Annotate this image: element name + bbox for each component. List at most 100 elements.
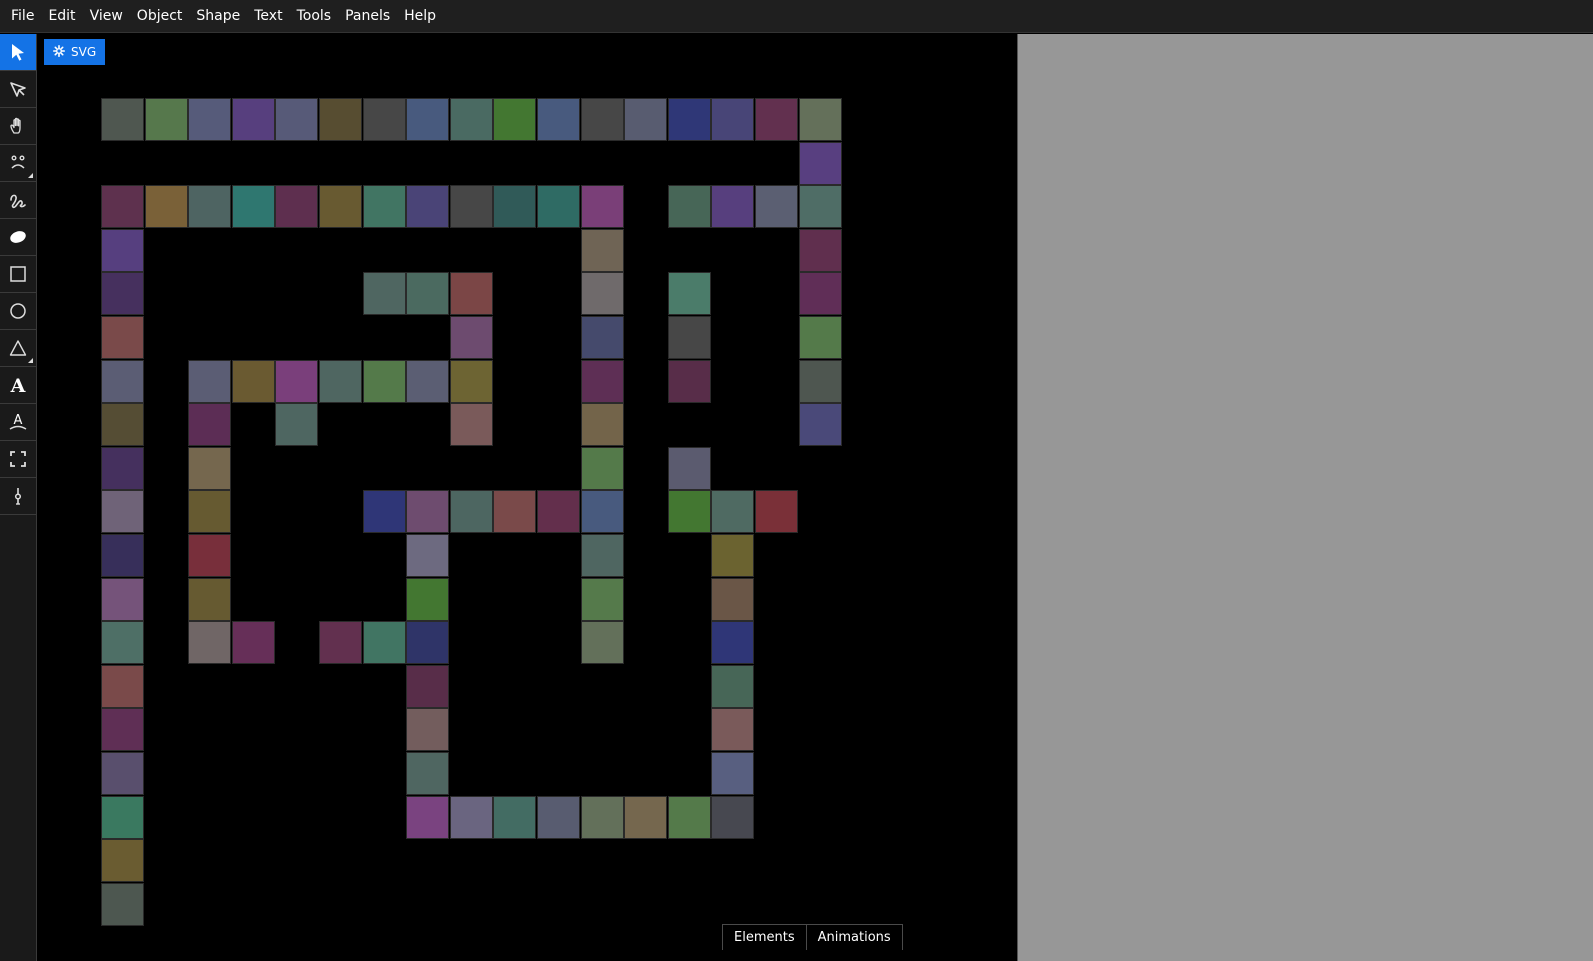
- tile-r12-c7[interactable]: [406, 621, 449, 664]
- freehand-tool[interactable]: [0, 182, 36, 219]
- tile-r10-c2[interactable]: [188, 534, 231, 577]
- tile-r8-c11[interactable]: [581, 447, 624, 490]
- tile-r7-c11[interactable]: [581, 403, 624, 446]
- tile-r13-c7[interactable]: [406, 665, 449, 708]
- tile-r6-c5[interactable]: [319, 360, 362, 403]
- tile-r2-c15[interactable]: [755, 185, 798, 228]
- tile-r16-c0[interactable]: [101, 796, 144, 839]
- tile-r0-c5[interactable]: [319, 98, 362, 141]
- tile-r7-c16[interactable]: [799, 403, 842, 446]
- tile-r2-c14[interactable]: [711, 185, 754, 228]
- tile-r2-c6[interactable]: [363, 185, 406, 228]
- tile-r2-c16[interactable]: [799, 185, 842, 228]
- tile-r11-c0[interactable]: [101, 578, 144, 621]
- triangle-tool[interactable]: [0, 330, 36, 367]
- tile-r0-c16[interactable]: [799, 98, 842, 141]
- tile-r4-c16[interactable]: [799, 272, 842, 315]
- tile-r2-c5[interactable]: [319, 185, 362, 228]
- tile-r0-c9[interactable]: [493, 98, 536, 141]
- tile-r12-c11[interactable]: [581, 621, 624, 664]
- tile-r4-c8[interactable]: [450, 272, 493, 315]
- menu-view[interactable]: View: [83, 0, 130, 33]
- tile-r11-c14[interactable]: [711, 578, 754, 621]
- tile-r7-c8[interactable]: [450, 403, 493, 446]
- tile-r2-c8[interactable]: [450, 185, 493, 228]
- tab-elements[interactable]: Elements: [722, 924, 807, 950]
- tile-r16-c10[interactable]: [537, 796, 580, 839]
- tile-r5-c16[interactable]: [799, 316, 842, 359]
- face-tool[interactable]: [0, 145, 36, 182]
- tile-r16-c11[interactable]: [581, 796, 624, 839]
- tile-r16-c14[interactable]: [711, 796, 754, 839]
- tile-r2-c1[interactable]: [145, 185, 188, 228]
- tile-r6-c6[interactable]: [363, 360, 406, 403]
- menu-text[interactable]: Text: [247, 0, 289, 33]
- tile-r15-c7[interactable]: [406, 752, 449, 795]
- tile-r9-c2[interactable]: [188, 490, 231, 533]
- tile-r9-c13[interactable]: [668, 490, 711, 533]
- ellipse-fill-tool[interactable]: [0, 219, 36, 256]
- pan-tool[interactable]: [0, 108, 36, 145]
- tile-r10-c7[interactable]: [406, 534, 449, 577]
- tile-r16-c12[interactable]: [624, 796, 667, 839]
- tile-r15-c0[interactable]: [101, 752, 144, 795]
- menu-panels[interactable]: Panels: [338, 0, 397, 33]
- tile-r6-c7[interactable]: [406, 360, 449, 403]
- menu-object[interactable]: Object: [130, 0, 190, 33]
- tile-r12-c3[interactable]: [232, 621, 275, 664]
- tile-r7-c2[interactable]: [188, 403, 231, 446]
- tile-r2-c10[interactable]: [537, 185, 580, 228]
- tile-r12-c5[interactable]: [319, 621, 362, 664]
- tile-r5-c8[interactable]: [450, 316, 493, 359]
- tile-r6-c8[interactable]: [450, 360, 493, 403]
- tile-r11-c2[interactable]: [188, 578, 231, 621]
- tile-r1-c16[interactable]: [799, 142, 842, 185]
- tile-r2-c0[interactable]: [101, 185, 144, 228]
- text-on-path-tool[interactable]: A: [0, 404, 36, 441]
- tile-r0-c13[interactable]: [668, 98, 711, 141]
- menu-edit[interactable]: Edit: [41, 0, 82, 33]
- tile-r0-c1[interactable]: [145, 98, 188, 141]
- tile-r0-c0[interactable]: [101, 98, 144, 141]
- tile-r2-c9[interactable]: [493, 185, 536, 228]
- direct-select-tool[interactable]: [0, 71, 36, 108]
- select-tool[interactable]: [0, 34, 36, 71]
- tile-r14-c14[interactable]: [711, 708, 754, 751]
- tile-r7-c4[interactable]: [275, 403, 318, 446]
- tile-r8-c13[interactable]: [668, 447, 711, 490]
- tile-r13-c0[interactable]: [101, 665, 144, 708]
- tab-animations[interactable]: Animations: [806, 924, 903, 950]
- tile-r5-c11[interactable]: [581, 316, 624, 359]
- tile-r6-c4[interactable]: [275, 360, 318, 403]
- menu-file[interactable]: File: [4, 0, 41, 33]
- tile-r9-c14[interactable]: [711, 490, 754, 533]
- tile-r6-c3[interactable]: [232, 360, 275, 403]
- tile-r2-c7[interactable]: [406, 185, 449, 228]
- tile-r14-c0[interactable]: [101, 708, 144, 751]
- tile-r2-c2[interactable]: [188, 185, 231, 228]
- tile-r6-c13[interactable]: [668, 360, 711, 403]
- tile-r0-c8[interactable]: [450, 98, 493, 141]
- tile-r6-c16[interactable]: [799, 360, 842, 403]
- tile-r10-c0[interactable]: [101, 534, 144, 577]
- tile-r12-c14[interactable]: [711, 621, 754, 664]
- tile-r9-c15[interactable]: [755, 490, 798, 533]
- rectangle-tool[interactable]: [0, 256, 36, 293]
- tile-r0-c10[interactable]: [537, 98, 580, 141]
- fit-view-tool[interactable]: [0, 441, 36, 478]
- tile-r8-c2[interactable]: [188, 447, 231, 490]
- tile-r0-c7[interactable]: [406, 98, 449, 141]
- tile-r16-c8[interactable]: [450, 796, 493, 839]
- tile-r11-c7[interactable]: [406, 578, 449, 621]
- tile-r6-c2[interactable]: [188, 360, 231, 403]
- tile-r0-c4[interactable]: [275, 98, 318, 141]
- menu-shape[interactable]: Shape: [189, 0, 247, 33]
- tile-r6-c0[interactable]: [101, 360, 144, 403]
- tile-r3-c0[interactable]: [101, 229, 144, 272]
- tile-r2-c13[interactable]: [668, 185, 711, 228]
- tile-r16-c13[interactable]: [668, 796, 711, 839]
- tile-r16-c9[interactable]: [493, 796, 536, 839]
- tile-r5-c13[interactable]: [668, 316, 711, 359]
- tile-r11-c11[interactable]: [581, 578, 624, 621]
- tile-r7-c0[interactable]: [101, 403, 144, 446]
